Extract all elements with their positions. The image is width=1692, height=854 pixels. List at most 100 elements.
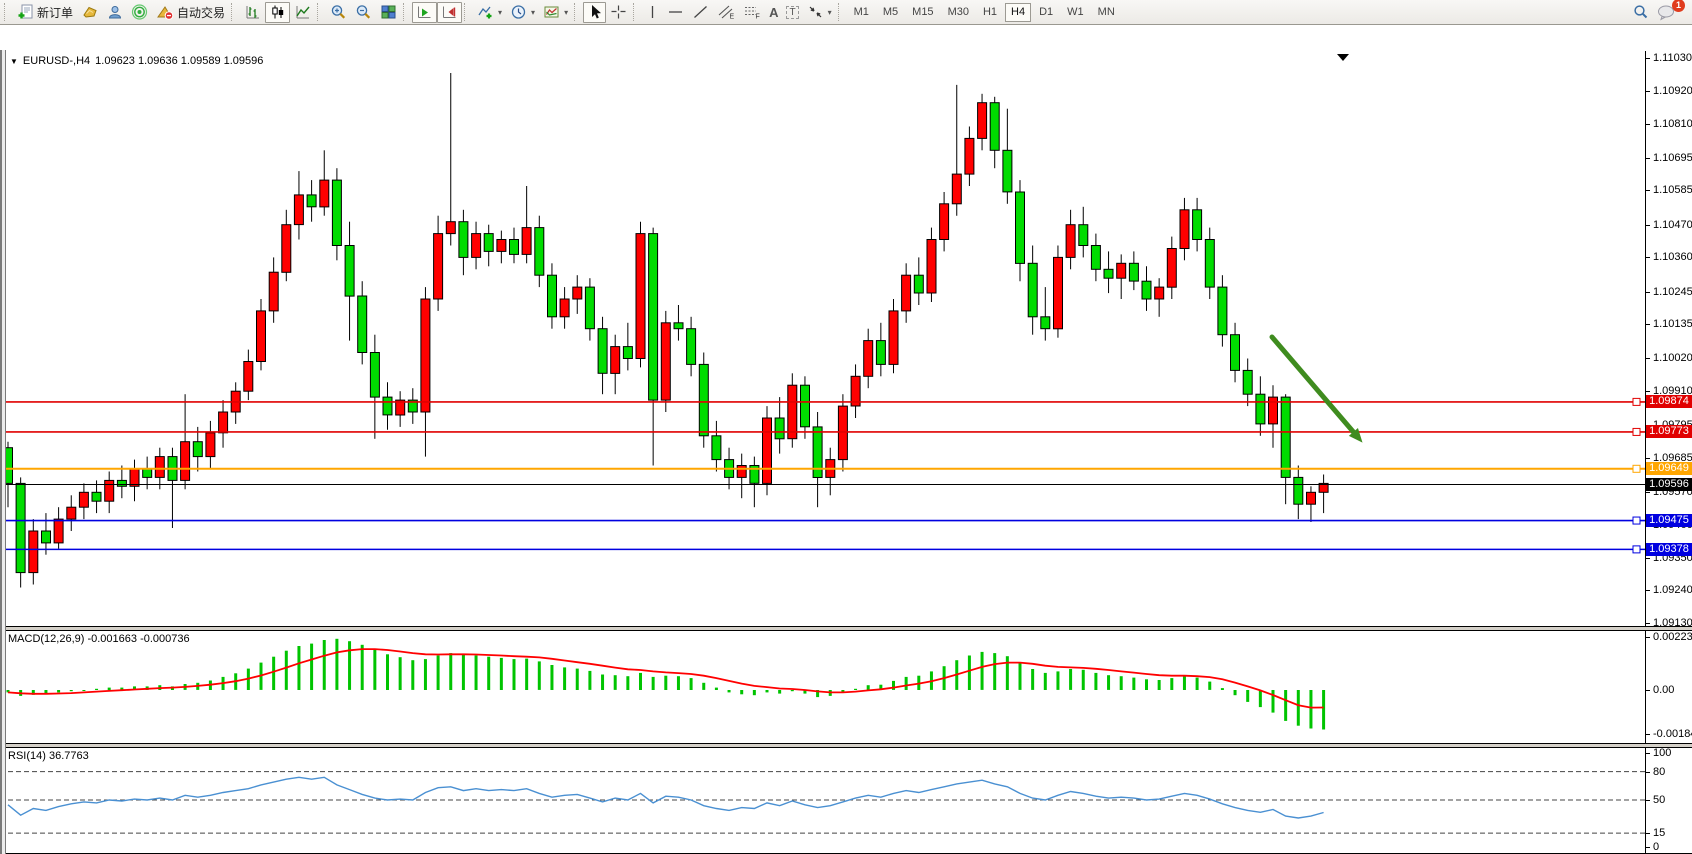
timeframe-h4-button[interactable]: H4 bbox=[1005, 3, 1031, 22]
price-tick bbox=[1646, 358, 1650, 359]
zoom-out-button[interactable] bbox=[351, 2, 376, 23]
templates-icon bbox=[543, 4, 560, 20]
cursor-button[interactable] bbox=[583, 2, 606, 23]
text-label-icon: T bbox=[786, 6, 798, 19]
tile-windows-button[interactable] bbox=[376, 2, 401, 23]
macd-tick bbox=[1646, 637, 1650, 638]
toolbar-grip bbox=[464, 3, 469, 21]
rsi-tick-label: 100 bbox=[1653, 747, 1671, 759]
mt4-application: 新订单 bbox=[0, 0, 1692, 854]
chevron-down-icon: ▾ bbox=[564, 8, 568, 17]
rsi-tick-label: 80 bbox=[1653, 766, 1665, 778]
timeframe-group: M1M5M15M30H1H4D1W1MN bbox=[847, 3, 1122, 22]
chart-shift-icon bbox=[441, 4, 458, 20]
timeframe-w1-button[interactable]: W1 bbox=[1061, 3, 1090, 22]
price-tick bbox=[1646, 391, 1650, 392]
crosshair-button[interactable] bbox=[606, 2, 631, 23]
fibonacci-button[interactable]: F bbox=[739, 2, 765, 23]
equidistant-channel-button[interactable]: E bbox=[713, 2, 739, 23]
profiles-button[interactable] bbox=[102, 2, 127, 23]
text-icon: A bbox=[769, 5, 778, 20]
price-tick-label: 1.10360 bbox=[1653, 251, 1692, 263]
notifications-button[interactable]: 1 bbox=[1653, 2, 1680, 23]
price-tick bbox=[1646, 58, 1650, 59]
text-label-button[interactable]: T bbox=[782, 2, 802, 23]
bar-chart-button[interactable] bbox=[240, 2, 265, 23]
rsi-tick bbox=[1646, 847, 1650, 848]
macd-tick bbox=[1646, 734, 1650, 735]
macd-tick bbox=[1646, 690, 1650, 691]
price-tick-label: 1.10135 bbox=[1653, 318, 1692, 330]
text-button[interactable]: A bbox=[765, 2, 782, 23]
templates-button[interactable]: ▾ bbox=[539, 2, 572, 23]
auto-scroll-button[interactable] bbox=[412, 2, 437, 23]
panel-splitter[interactable] bbox=[0, 743, 1692, 748]
indicators-button[interactable]: ▾ bbox=[473, 2, 506, 23]
timeframe-m15-button[interactable]: M15 bbox=[906, 3, 939, 22]
search-button[interactable] bbox=[1628, 2, 1653, 23]
hline-price-label: 1.09773 bbox=[1646, 425, 1692, 438]
periods-button[interactable]: ▾ bbox=[506, 2, 539, 23]
autotrade-button[interactable]: 自动交易 bbox=[152, 2, 229, 23]
price-tick-label: 1.10585 bbox=[1653, 184, 1692, 196]
price-tick bbox=[1646, 623, 1650, 624]
macd-indicator-label: MACD(12,26,9) -0.001663 -0.000736 bbox=[8, 633, 190, 645]
toolbar-grip bbox=[574, 3, 579, 21]
equidistant-channel-icon: E bbox=[717, 4, 735, 20]
timeframe-m5-button[interactable]: M5 bbox=[877, 3, 904, 22]
cursor-icon bbox=[587, 4, 602, 20]
zoom-in-button[interactable] bbox=[326, 2, 351, 23]
rsi-tick-label: 50 bbox=[1653, 794, 1665, 806]
hline-price-label: 1.09378 bbox=[1646, 543, 1692, 556]
vertical-line-button[interactable] bbox=[642, 2, 663, 23]
rsi-panel[interactable] bbox=[0, 748, 1645, 853]
price-tick bbox=[1646, 292, 1650, 293]
window-left-frame bbox=[0, 50, 6, 854]
new-order-label: 新订单 bbox=[37, 4, 73, 21]
price-tick bbox=[1646, 590, 1650, 591]
macd-panel[interactable] bbox=[0, 631, 1645, 743]
timeframe-mn-button[interactable]: MN bbox=[1092, 3, 1121, 22]
autotrade-label: 自动交易 bbox=[177, 4, 225, 21]
horizontal-line-button[interactable] bbox=[663, 2, 688, 23]
price-chart-area[interactable] bbox=[0, 51, 1645, 627]
zoom-out-icon bbox=[355, 4, 372, 20]
rsi-tick-label: 0 bbox=[1653, 841, 1659, 853]
line-chart-button[interactable] bbox=[290, 2, 315, 23]
market-watch-button[interactable] bbox=[77, 2, 102, 23]
new-order-button[interactable]: 新订单 bbox=[13, 2, 77, 23]
hline-handle[interactable] bbox=[1633, 398, 1640, 405]
hline-handle[interactable] bbox=[1633, 465, 1640, 472]
signals-button[interactable] bbox=[127, 2, 152, 23]
hline-handle[interactable] bbox=[1633, 428, 1640, 435]
price-tick bbox=[1646, 492, 1650, 493]
tile-windows-icon bbox=[380, 4, 397, 20]
chart-shift-marker[interactable] bbox=[1337, 54, 1349, 61]
candlestick-chart-button[interactable] bbox=[265, 2, 290, 23]
price-tick bbox=[1646, 158, 1650, 159]
price-tick bbox=[1646, 124, 1650, 125]
timeframe-d1-button[interactable]: D1 bbox=[1033, 3, 1059, 22]
new-order-icon bbox=[17, 4, 34, 20]
macd-tick-label: -0.001848 bbox=[1653, 728, 1692, 740]
trendline-button[interactable] bbox=[688, 2, 713, 23]
market-watch-icon bbox=[81, 4, 98, 20]
price-tick bbox=[1646, 458, 1650, 459]
price-tick-label: 1.10920 bbox=[1653, 85, 1692, 97]
timeframe-h1-button[interactable]: H1 bbox=[977, 3, 1003, 22]
timeframe-m30-button[interactable]: M30 bbox=[942, 3, 975, 22]
panel-splitter[interactable] bbox=[0, 626, 1692, 631]
price-axis[interactable]: 1.110301.109201.108101.106951.105851.104… bbox=[1645, 51, 1692, 853]
hline-handle[interactable] bbox=[1633, 517, 1640, 524]
arrows-button[interactable]: ▾ bbox=[803, 2, 836, 23]
notification-badge: 1 bbox=[1672, 0, 1685, 12]
chart-menu-arrow-icon[interactable]: ▼ bbox=[10, 57, 18, 66]
price-tick-label: 1.09240 bbox=[1653, 584, 1692, 596]
price-tick-label: 1.10020 bbox=[1653, 352, 1692, 364]
price-tick bbox=[1646, 91, 1650, 92]
timeframe-m1-button[interactable]: M1 bbox=[848, 3, 875, 22]
macd-histogram bbox=[7, 639, 1326, 730]
hline-handle[interactable] bbox=[1633, 546, 1640, 553]
chart-shift-button[interactable] bbox=[437, 2, 462, 23]
chevron-down-icon: ▾ bbox=[531, 8, 535, 17]
